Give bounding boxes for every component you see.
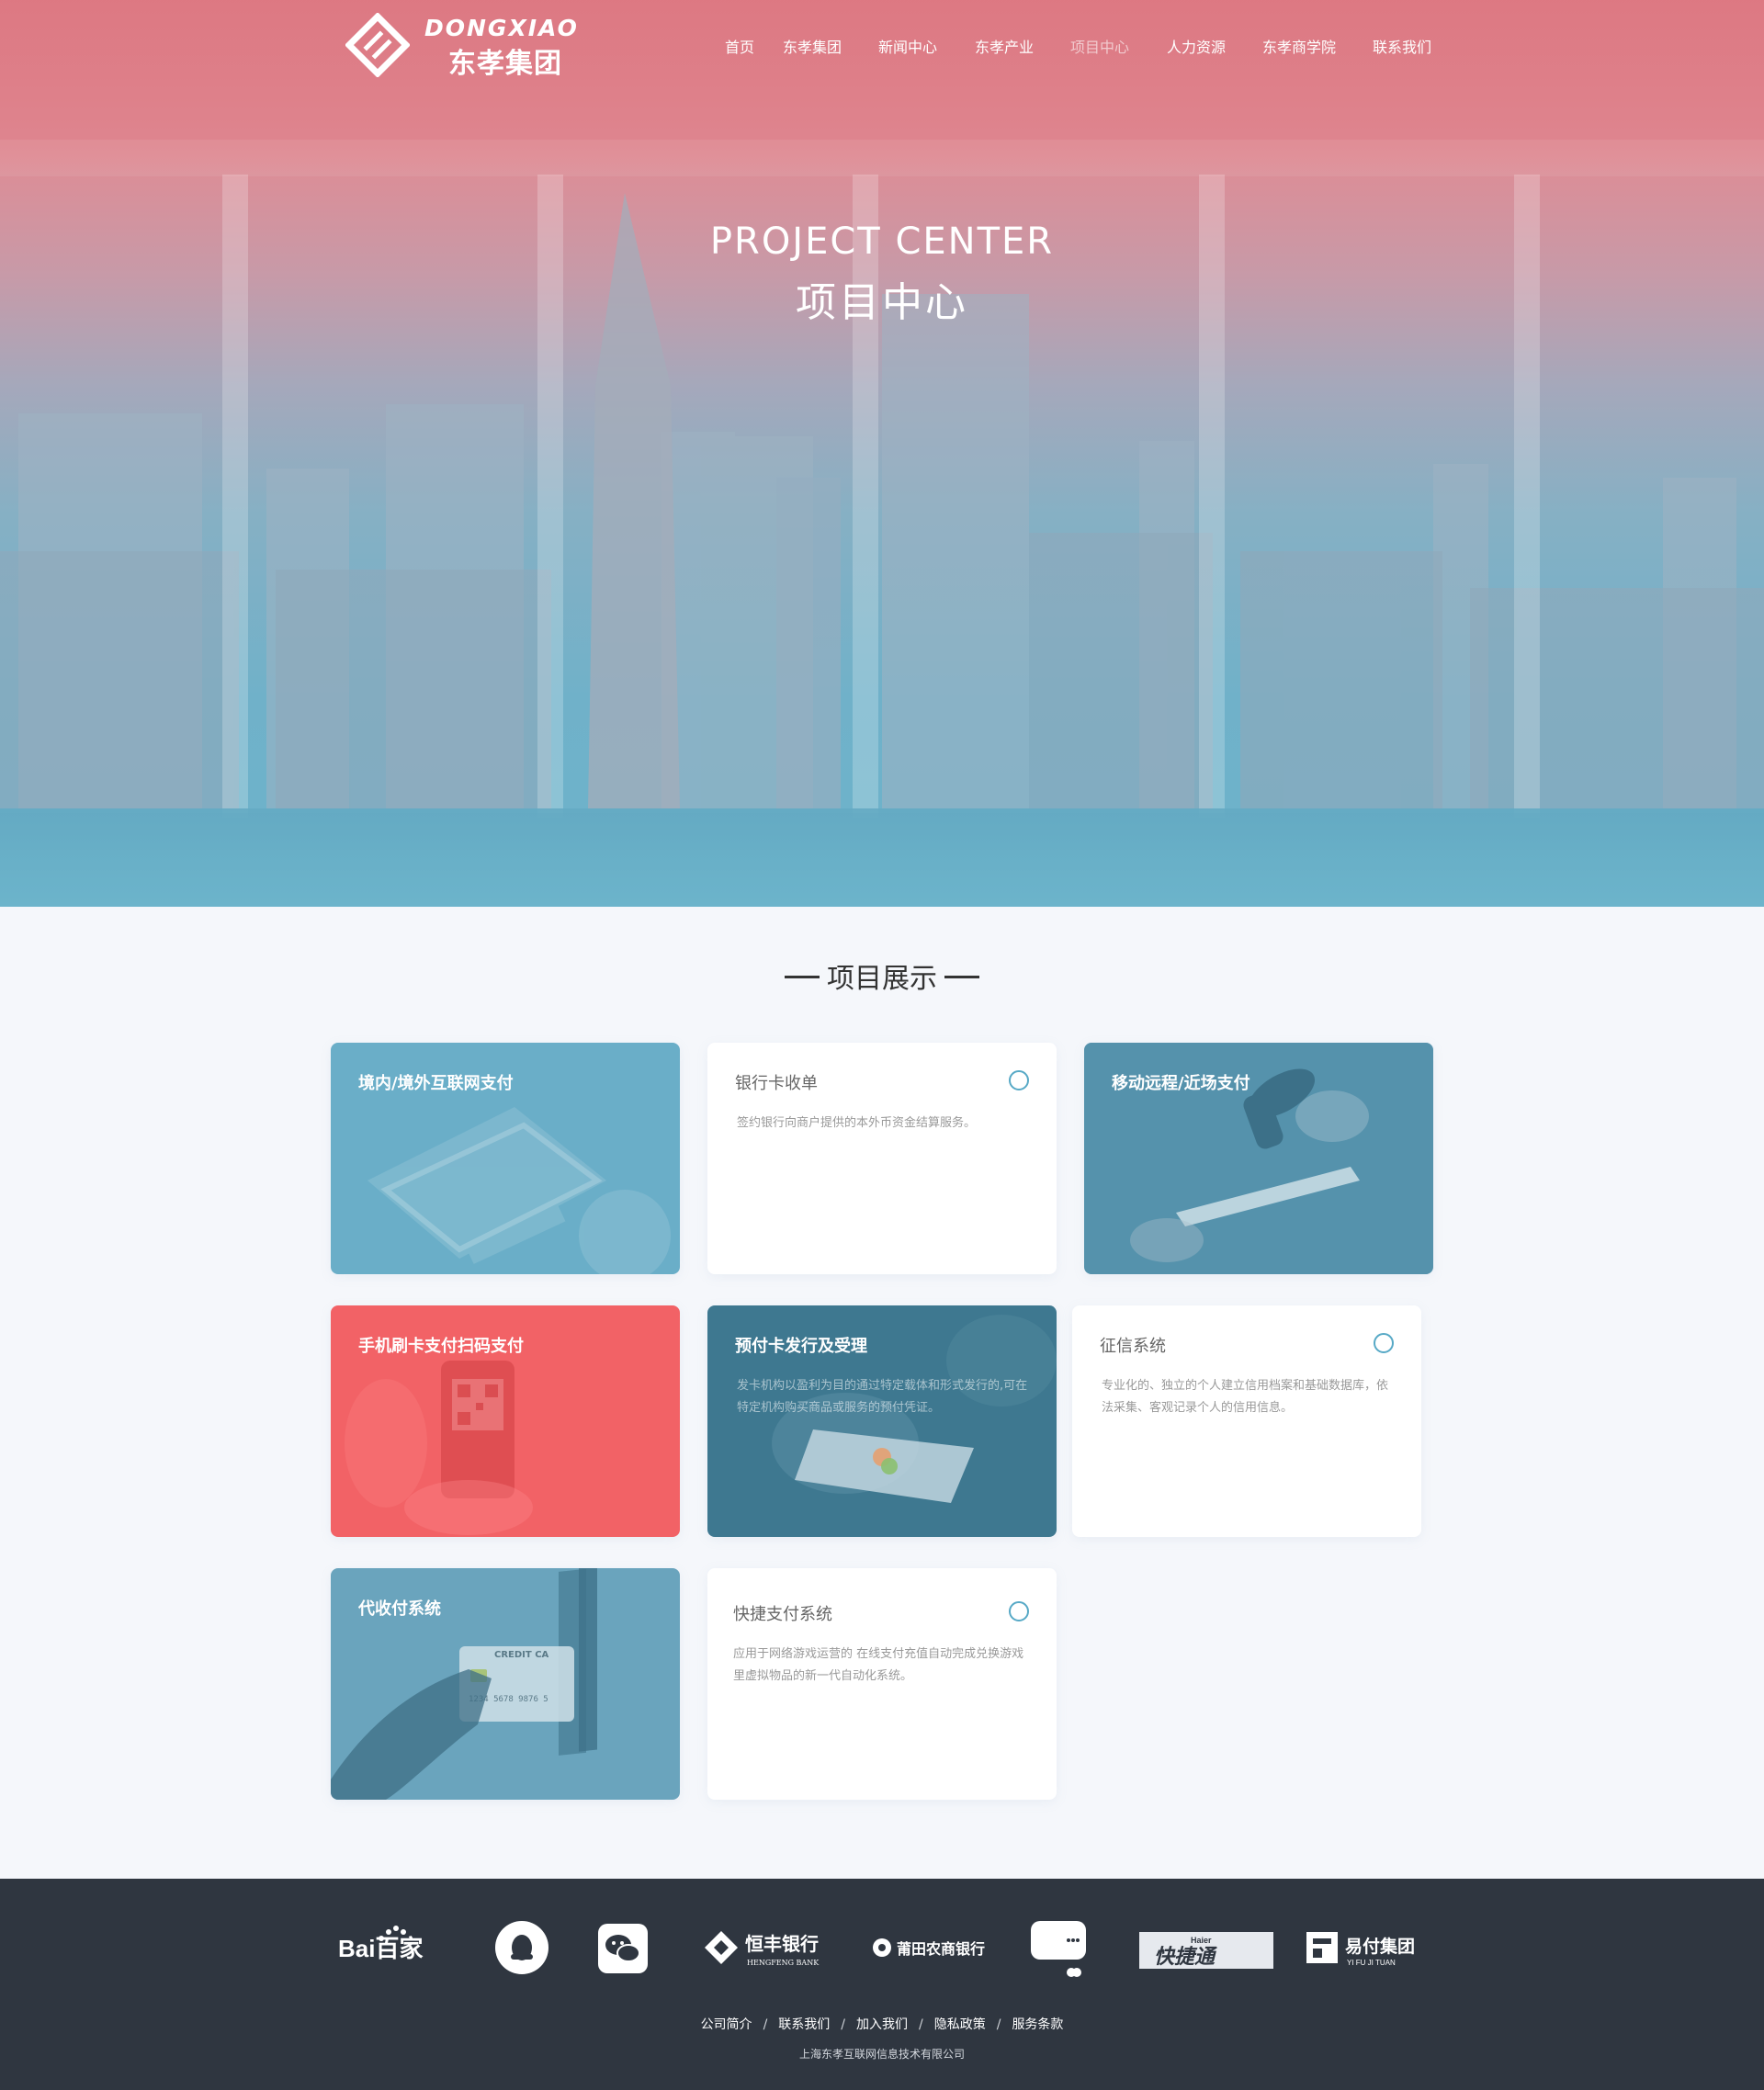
footer-links: 公司简介 / 联系我们 / 加入我们 / 隐私政策 / 服务条款 <box>0 2015 1764 2033</box>
card-title: 征信系统 <box>1100 1337 1166 1356</box>
partner-hengfeng-bank[interactable]: 恒丰银行 HENGFENG BANK <box>703 1915 827 1980</box>
project-card[interactable]: 境内/境外互联网支付 <box>331 1043 680 1274</box>
title-dash-right <box>944 976 979 978</box>
hero-title-cn: 项目中心 <box>796 279 968 326</box>
hero-banner: DONGXIAO 东孝集团 首页 东孝集团 新闻中心 东孝产业 项目中心 人力资… <box>0 0 1764 907</box>
partner-baidu[interactable]: Bai百家 <box>336 1915 456 1980</box>
hero-title-en: PROJECT CENTER <box>709 220 1055 263</box>
partner-text: 恒丰银行 <box>745 1933 819 1955</box>
partner-subtext: YI FU JI TUAN <box>1347 1959 1396 1967</box>
floor <box>0 808 1764 907</box>
title-dash-left <box>785 976 820 978</box>
project-card[interactable]: 银行卡收单 签约银行向商户提供的本外币资金结算服务。 <box>707 1043 1057 1274</box>
footer-link-separator: / <box>763 2017 768 2032</box>
card-description: 应用于网络游戏运营的 在线支付充值自动完成兑换游戏里虚拟物品的新一代自动化系统。 <box>733 1647 1024 1683</box>
nav-item-contact[interactable]: 联系我们 <box>1373 35 1431 57</box>
chat-app-icon <box>1031 1921 1086 1977</box>
project-card[interactable]: 征信系统 专业化的、独立的个人建立信用档案和基础数据库，依法采集、客观记录个人的… <box>1072 1305 1421 1537</box>
card-title: 手机刷卡支付扫码支付 <box>358 1337 524 1356</box>
nav-item-academy[interactable]: 东孝商学院 <box>1262 35 1336 57</box>
card-title: 移动远程/近场支付 <box>1112 1074 1250 1093</box>
wechat-icon <box>598 1924 648 1973</box>
circle-icon <box>1009 1601 1029 1621</box>
partner-yifu-group[interactable]: 易付集团 YI FU JI TUAN <box>1305 1915 1433 1980</box>
card-description: 发卡机构以盈利为目的通过特定载体和形式发行的,可在特定机构购买商品或服务的预付凭… <box>737 1379 1028 1415</box>
nav-item-hr[interactable]: 人力资源 <box>1167 35 1226 57</box>
card-title: 境内/境外互联网支付 <box>358 1074 514 1093</box>
site-footer: Bai百家 恒丰银行 HENGFENG BANK 莆田农商银行 Haier 快捷… <box>0 1879 1764 2090</box>
footer-link-separator: / <box>996 2017 1001 2032</box>
yifu-group-logo-icon: 易付集团 YI FU JI TUAN <box>1306 1932 1415 1967</box>
footer-link-separator: / <box>919 2017 923 2032</box>
project-card[interactable]: 预付卡发行及受理 发卡机构以盈利为目的通过特定载体和形式发行的,可在特定机构购买… <box>707 1305 1057 1537</box>
partner-subtext: HENGFENG BANK <box>747 1959 820 1967</box>
nav-item-news[interactable]: 新闻中心 <box>878 35 937 57</box>
footer-company-name: 上海东孝互联网信息技术有限公司 <box>798 2048 965 2061</box>
putian-bank-logo-icon: 莆田农商银行 <box>873 1938 985 1958</box>
circle-icon <box>1009 1070 1029 1090</box>
partner-qq[interactable] <box>494 1915 549 1980</box>
qq-icon <box>495 1921 548 1974</box>
card-title: 快捷支付系统 <box>733 1605 832 1624</box>
footer-link-join[interactable]: 加入我们 <box>856 2017 908 2032</box>
card-title: 预付卡发行及受理 <box>735 1337 867 1356</box>
project-card[interactable]: 手机刷卡支付扫码支付 <box>331 1305 680 1537</box>
footer-link-contact[interactable]: 联系我们 <box>778 2017 830 2032</box>
nav-item-home[interactable]: 首页 <box>725 35 754 57</box>
baidu-logo-icon: Bai百家 <box>338 1926 423 1962</box>
project-card[interactable]: 移动远程/近场支付 <box>1084 1043 1433 1274</box>
project-card[interactable]: 快捷支付系统 应用于网络游戏运营的 在线支付充值自动完成兑换游戏里虚拟物品的新一… <box>707 1568 1057 1800</box>
card-description: 专业化的、独立的个人建立信用档案和基础数据库，依法采集、客观记录个人的信用信息。 <box>1102 1379 1389 1415</box>
section-title-text: 项目展示 <box>827 963 937 995</box>
partner-wechat[interactable] <box>597 1915 649 1980</box>
footer-link-about[interactable]: 公司简介 <box>701 2017 752 2032</box>
partner-text: 莆田农商银行 <box>897 1940 985 1958</box>
section-title: 项目展示 <box>0 955 1764 996</box>
card-emboss-text: CREDIT CA <box>494 1650 549 1660</box>
ceiling-line <box>0 140 1764 176</box>
footer-link-privacy[interactable]: 隐私政策 <box>934 2017 986 2032</box>
footer-link-terms[interactable]: 服务条款 <box>1012 2017 1063 2032</box>
kuaijietong-logo-icon: Haier 快捷通 <box>1139 1932 1273 1969</box>
partner-kuaijietong[interactable]: Haier 快捷通 <box>1137 1915 1275 1980</box>
partner-text: 易付集团 <box>1345 1936 1415 1957</box>
nav-item-industry[interactable]: 东孝产业 <box>975 35 1034 57</box>
partner-putian-bank[interactable]: 莆田农商银行 <box>871 1915 990 1980</box>
card-title: 银行卡收单 <box>735 1074 818 1093</box>
hengfeng-bank-logo-icon: 恒丰银行 HENGFENG BANK <box>705 1931 820 1967</box>
nav-item-projects[interactable]: 项目中心 <box>1070 35 1129 57</box>
nav-item-group[interactable]: 东孝集团 <box>783 35 842 57</box>
card-title: 代收付系统 <box>358 1599 441 1619</box>
partner-subtext: Haier <box>1191 1936 1212 1945</box>
card-description: 签约银行向商户提供的本外币资金结算服务。 <box>737 1116 977 1130</box>
project-card[interactable]: CREDIT CA 1234 5678 9876 5 代收付系统 <box>331 1568 680 1800</box>
footer-link-separator: / <box>841 2017 845 2032</box>
main-nav: 首页 东孝集团 新闻中心 东孝产业 项目中心 人力资源 东孝商学院 联系我们 <box>0 35 1764 57</box>
partner-chat-app[interactable] <box>1029 1915 1088 1980</box>
circle-icon <box>1374 1333 1394 1353</box>
partner-text: 快捷通 <box>1154 1946 1218 1969</box>
